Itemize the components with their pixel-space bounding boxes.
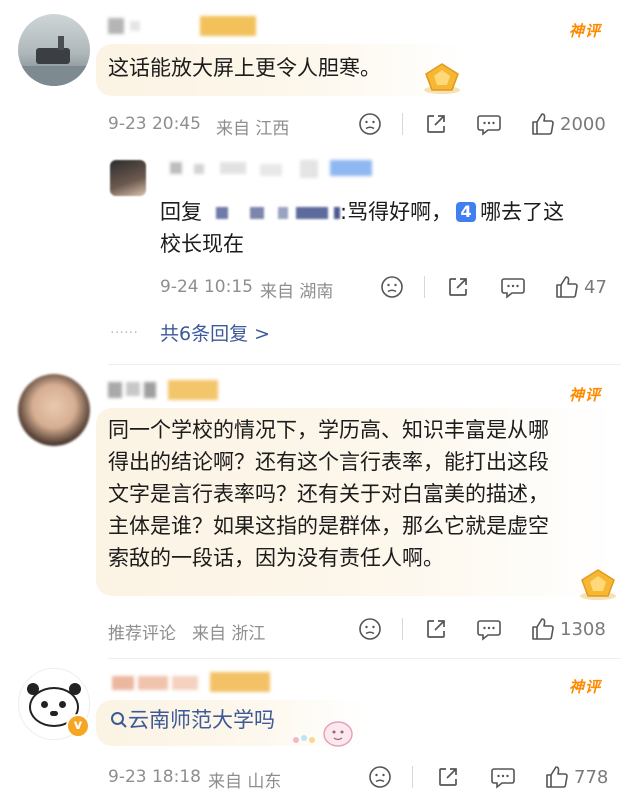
comment-icon: [477, 115, 501, 136]
comment-icon: [477, 620, 501, 641]
verified-v-icon: v: [66, 714, 90, 738]
username-obscured[interactable]: [108, 380, 220, 402]
avatar[interactable]: [18, 374, 90, 446]
share-button[interactable]: [446, 275, 470, 299]
divider: [424, 276, 425, 298]
emoji-face-icon: [369, 766, 391, 788]
share-icon: [449, 278, 467, 296]
thumbs-up-icon: [532, 618, 554, 640]
share-icon: [439, 768, 457, 786]
comment-time: 9-23 18:18: [108, 767, 201, 787]
comment-icon: [501, 278, 525, 299]
reply-username-obscured[interactable]: [160, 158, 380, 182]
share-icon: [427, 115, 445, 133]
reply-time: 9-24 10:15: [160, 277, 253, 297]
topic-search-link[interactable]: 云南师范大学吗: [128, 708, 275, 732]
comment-text-line: 得出的结论啊？还有这个言行表率，能打出这段: [108, 450, 549, 474]
comment-button[interactable]: [490, 765, 516, 789]
divider: [402, 113, 403, 135]
divider: [412, 766, 413, 788]
comment-divider: [108, 364, 621, 365]
gem-icon: [424, 63, 460, 94]
decoration-sticker-icon: [293, 721, 353, 747]
reply-body-tail: 哪去了这: [480, 200, 565, 224]
comment-text-line: 主体是谁？如果这指的是群体，那么它就是虚空: [108, 514, 549, 538]
number-tile-icon: 4: [456, 202, 477, 222]
comment-button[interactable]: [476, 617, 502, 641]
hot-comment-badge: 神评: [568, 386, 601, 404]
comment-label: 推荐评论: [108, 624, 176, 644]
like-button[interactable]: 47: [554, 274, 607, 300]
comment-time: 9-23 20:45: [108, 114, 201, 134]
thumbs-up-icon: [532, 113, 554, 135]
share-button[interactable]: [424, 617, 448, 641]
comment-text-line: 同一个学校的情况下，学历高、知识丰富是从哪: [108, 418, 549, 442]
reply-avatar[interactable]: [110, 160, 146, 196]
like-count: 1308: [560, 618, 606, 640]
username-obscured[interactable]: [108, 16, 256, 38]
comment-button[interactable]: [476, 112, 502, 136]
hot-comment-badge: 神评: [568, 678, 601, 696]
reply-body-line2: 校长现在: [160, 232, 244, 256]
mentioned-user-obscured[interactable]: [216, 201, 340, 221]
like-button[interactable]: 1308: [530, 616, 606, 642]
emoji-face-icon: [381, 276, 403, 298]
emoji-reaction-button[interactable]: [358, 112, 382, 136]
comment-icon: [491, 768, 515, 789]
emoji-reaction-button[interactable]: [358, 617, 382, 641]
comment-location: 来自 山东: [208, 772, 282, 792]
comment-button[interactable]: [500, 275, 526, 299]
more-replies-dots: ……: [110, 321, 138, 337]
comment-divider: [108, 658, 621, 659]
like-count: 2000: [560, 113, 606, 135]
like-button[interactable]: 2000: [530, 111, 606, 137]
gem-icon: [580, 569, 616, 600]
divider: [402, 618, 403, 640]
like-count: 47: [584, 276, 607, 298]
emoji-reaction-button[interactable]: [380, 275, 404, 299]
share-button[interactable]: [436, 765, 460, 789]
comment-location: 来自 浙江: [192, 624, 266, 644]
search-icon: [111, 712, 127, 728]
like-count: 778: [574, 766, 609, 788]
emoji-reaction-button[interactable]: [368, 765, 392, 789]
comment-text: 同一个学校的情况下，学历高、知识丰富是从哪 得出的结论啊？还有这个言行表率，能打…: [108, 414, 614, 574]
share-button[interactable]: [424, 112, 448, 136]
emoji-face-icon: [359, 618, 381, 640]
reply-body: :骂得好啊，: [340, 200, 453, 224]
username-obscured[interactable]: [112, 672, 272, 694]
share-icon: [427, 620, 445, 638]
thumbs-up-icon: [546, 766, 568, 788]
emoji-face-icon: [359, 113, 381, 135]
comment-text-line: 文字是言行表率吗？还有关于对白富美的描述，: [108, 482, 549, 506]
reply-location: 来自 湖南: [260, 282, 334, 302]
like-button[interactable]: 778: [544, 764, 608, 790]
more-replies-link[interactable]: 共6条回复 >: [160, 319, 270, 346]
reply-text: 回复 :骂得好啊， 4 哪去了这 校长现在: [160, 196, 620, 260]
comment-text-line: 索敌的一段话，因为没有责任人啊。: [108, 546, 444, 570]
avatar[interactable]: [18, 14, 90, 86]
reply-prefix: 回复: [160, 200, 202, 224]
comment-text: 云南师范大学吗: [110, 704, 275, 736]
comment-location: 来自 江西: [216, 119, 290, 139]
thumbs-up-icon: [556, 276, 578, 298]
hot-comment-badge: 神评: [568, 22, 601, 40]
